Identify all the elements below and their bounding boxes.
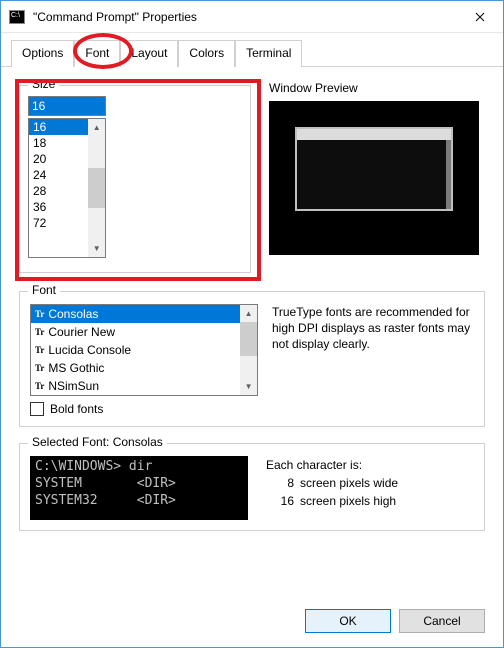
close-button[interactable]: [457, 1, 503, 33]
preview-window: [295, 127, 453, 211]
size-option[interactable]: 36: [29, 199, 88, 215]
font-option[interactable]: Tr MS Gothic: [31, 359, 240, 377]
tab-colors[interactable]: Colors: [178, 40, 235, 67]
size-option[interactable]: 16: [29, 119, 88, 135]
size-option[interactable]: 24: [29, 167, 88, 183]
font-option[interactable]: Tr Courier New: [31, 323, 240, 341]
size-input[interactable]: [28, 96, 106, 116]
close-icon: [475, 12, 485, 22]
truetype-icon: Tr: [35, 309, 44, 319]
scroll-up-icon[interactable]: ▲: [240, 305, 257, 322]
window-title: "Command Prompt" Properties: [33, 10, 457, 24]
bold-fonts-label: Bold fonts: [50, 402, 103, 416]
window-preview: [269, 101, 479, 255]
size-group: Size 16 18 20 24 28 36 72 ▲: [19, 85, 251, 273]
char-width-label: screen pixels wide: [300, 474, 398, 492]
truetype-icon: Tr: [35, 363, 44, 373]
size-scrollbar[interactable]: ▲ ▼: [88, 119, 105, 257]
scroll-up-icon[interactable]: ▲: [88, 119, 105, 136]
tab-terminal[interactable]: Terminal: [235, 40, 302, 67]
scroll-down-icon[interactable]: ▼: [240, 378, 257, 395]
titlebar: "Command Prompt" Properties: [1, 1, 503, 33]
font-name: MS Gothic: [48, 361, 104, 375]
char-info-header: Each character is:: [266, 456, 474, 474]
char-height-value: 16: [266, 492, 294, 510]
size-option[interactable]: 18: [29, 135, 88, 151]
font-name: NSimSun: [48, 379, 99, 393]
font-sample: C:\WINDOWS> dir SYSTEM <DIR> SYSTEM32 <D…: [30, 456, 248, 520]
char-dimensions: Each character is: 8 screen pixels wide 1…: [266, 456, 474, 520]
size-option[interactable]: 72: [29, 215, 88, 231]
truetype-icon: Tr: [35, 327, 44, 337]
font-name: Consolas: [48, 307, 98, 321]
size-option[interactable]: 20: [29, 151, 88, 167]
preview-titlebar: [297, 129, 451, 140]
char-height-label: screen pixels high: [300, 492, 396, 510]
tab-strip: Options Font Layout Colors Terminal: [1, 33, 503, 67]
size-option[interactable]: 28: [29, 183, 88, 199]
ok-button[interactable]: OK: [305, 609, 391, 633]
font-option[interactable]: Tr Consolas: [31, 305, 240, 323]
truetype-icon: Tr: [35, 381, 44, 391]
font-scrollbar[interactable]: ▲ ▼: [240, 305, 257, 395]
tab-layout[interactable]: Layout: [120, 40, 178, 67]
truetype-icon: Tr: [35, 345, 44, 355]
preview-scrollbar: [446, 140, 451, 209]
tab-font[interactable]: Font: [74, 40, 120, 67]
tab-options[interactable]: Options: [11, 40, 74, 67]
size-listbox[interactable]: 16 18 20 24 28 36 72 ▲ ▼: [28, 118, 106, 258]
selected-font-label: Selected Font: Consolas: [28, 435, 167, 449]
font-option[interactable]: Tr NSimSun: [31, 377, 240, 395]
char-width-value: 8: [266, 474, 294, 492]
tab-content: Size 16 18 20 24 28 36 72 ▲: [1, 67, 503, 543]
cmd-icon: [9, 10, 25, 24]
preview-column: Window Preview: [269, 79, 485, 273]
bold-fonts-row: Bold fonts: [30, 402, 474, 416]
dialog-buttons: OK Cancel: [305, 609, 485, 633]
selected-font-group: Selected Font: Consolas C:\WINDOWS> dir …: [19, 443, 485, 531]
cancel-button[interactable]: Cancel: [399, 609, 485, 633]
properties-window: "Command Prompt" Properties Options Font…: [0, 0, 504, 648]
scroll-down-icon[interactable]: ▼: [88, 240, 105, 257]
scroll-thumb[interactable]: [240, 322, 257, 356]
font-description: TrueType fonts are recommended for high …: [272, 304, 474, 396]
font-group: Font TrConsolas TrCourier New TrLucida C…: [19, 291, 485, 427]
preview-label: Window Preview: [269, 81, 485, 95]
font-name: Lucida Console: [48, 343, 131, 357]
font-listbox[interactable]: Tr Consolas Tr Courier New Tr Lucida Consol…: [30, 304, 258, 396]
font-label: Font: [28, 283, 60, 297]
bold-fonts-checkbox[interactable]: [30, 402, 44, 416]
scroll-thumb[interactable]: [88, 168, 105, 208]
font-option[interactable]: Tr Lucida Console: [31, 341, 240, 359]
font-name: Courier New: [48, 325, 115, 339]
size-label: Size: [28, 77, 59, 91]
